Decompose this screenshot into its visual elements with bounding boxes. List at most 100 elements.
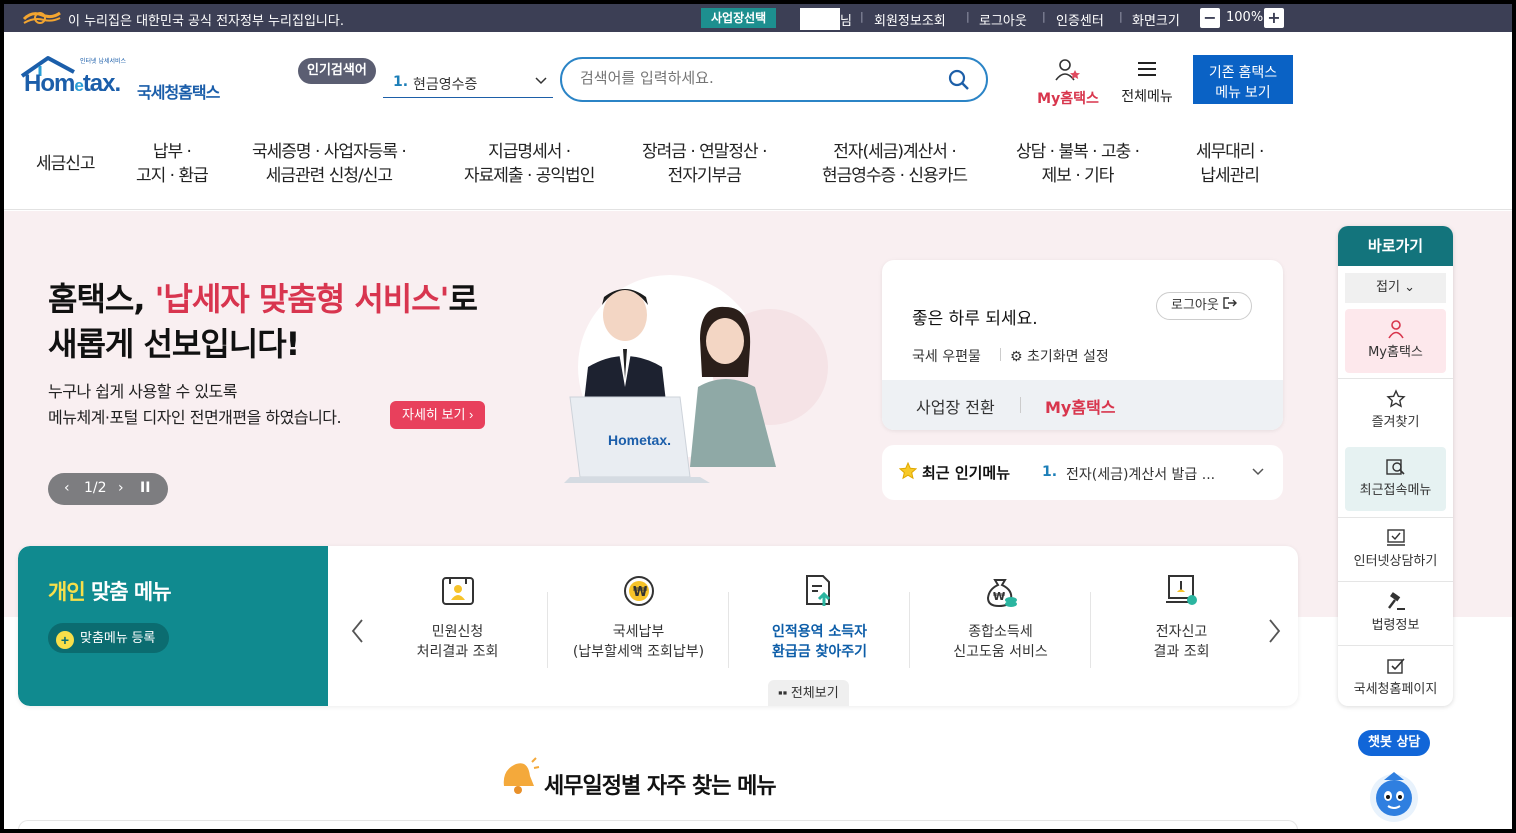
nav-certificate-registration[interactable]: 국세증명 · 사업자등록 · 세금관련 신청/신고 (252, 140, 407, 188)
switch-business-button[interactable]: 사업장 전환 (916, 394, 995, 418)
quick-menu-fold-button[interactable]: 접기 ⌄ (1345, 273, 1446, 303)
quick-nts-homepage[interactable]: 국세청홈페이지 (1338, 645, 1453, 706)
main-navigation: 세금신고 납부 · 고지 · 환급 국세증명 · 사업자등록 · 세금관련 신청… (4, 130, 1512, 210)
hero-slide-pager: ‹ 1/2 › II (48, 473, 168, 505)
chevron-down-icon[interactable] (1250, 463, 1266, 479)
plus-icon: + (56, 631, 74, 649)
card-my-hometax-link[interactable]: My홈택스 (1045, 394, 1116, 418)
quick-my-hometax[interactable]: My홈택스 (1345, 309, 1446, 373)
quick-menu-panel: 바로가기 접기 ⌄ My홈택스 즐겨찾기 최근접속메뉴 인터넷상담하기 법령정보… (1338, 226, 1453, 706)
national-tax-mail-link[interactable]: 국세 우편물 (912, 346, 981, 366)
nav-payment-refund[interactable]: 납부 · 고지 · 환급 (136, 140, 209, 188)
gavel-icon (1387, 592, 1405, 610)
quick-law-info[interactable]: 법령정보 (1338, 581, 1453, 645)
logo-wordmark-e: e (74, 76, 84, 95)
popular-search-dropdown[interactable]: 1. 현금영수증 (383, 68, 553, 98)
member-info-link[interactable]: 회원정보조회 (874, 10, 946, 29)
custom-item-line2: 결과 조회 (1153, 644, 1210, 660)
next-slide-icon[interactable]: › (118, 480, 124, 496)
won-coin-icon: ₩ (623, 576, 654, 606)
document-upload-icon (805, 575, 830, 606)
custom-item-e-filing-result[interactable]: 전자신고 결과 조회 (1091, 574, 1272, 674)
view-all-label: 전체보기 (790, 685, 839, 700)
popular-term: 현금영수증 (413, 77, 478, 93)
zoom-out-button[interactable]: − (1200, 8, 1220, 28)
recent-popular-rank: 1. (1042, 464, 1058, 480)
old-hometax-line2: 메뉴 보기 (1215, 84, 1271, 100)
my-hometax-button[interactable]: My홈택스 (1032, 58, 1104, 108)
search-icon[interactable] (947, 68, 971, 92)
zoom-in-button[interactable]: + (1264, 8, 1284, 28)
custom-title-rest: 맞춤 메뉴 (84, 580, 172, 604)
svg-text:₩: ₩ (633, 585, 648, 600)
card-logout-button[interactable]: 로그아웃 (1156, 292, 1252, 320)
all-menu-label: 전체메뉴 (1121, 89, 1173, 105)
cert-center-link[interactable]: 인증센터 (1056, 10, 1104, 29)
init-setting-label: 초기화면 설정 (1027, 349, 1109, 365)
quick-menu-title: 바로가기 (1338, 226, 1453, 266)
government-notice-bar: 이 누리집은 대한민국 공식 전자정부 누리집입니다. 사업장선택 님 | 회원… (4, 4, 1512, 32)
custom-item-tax-payment[interactable]: ₩ 국세납부 (납부할세액 조회납부) (548, 574, 729, 674)
quick-item-label: 최근접속메뉴 (1359, 483, 1432, 498)
nav-tax-report[interactable]: 세금신고 (36, 152, 96, 176)
business-select-button[interactable]: 사업장선택 (701, 8, 777, 28)
hero-detail-label: 자세히 보기 (402, 407, 466, 422)
monitor-check-icon (1386, 529, 1405, 546)
hero-desc-line1: 누구나 쉽게 사용할 수 있도록 (48, 382, 237, 401)
prev-slide-icon[interactable]: ‹ (64, 480, 70, 496)
nav-payment-statement[interactable]: 지급명세서 · 자료제출 · 공익법인 (464, 140, 595, 188)
user-icon (1387, 320, 1404, 339)
separator: | (966, 10, 970, 23)
gear-icon: ⚙ (1010, 349, 1023, 365)
chevron-left-icon[interactable] (348, 616, 368, 646)
nav-consult-appeal[interactable]: 상담 · 불복 · 고충 · 제보 · 기타 (1016, 140, 1140, 188)
view-all-button[interactable]: ▪▪ 전체보기 (768, 680, 849, 706)
chevron-right-icon[interactable] (1264, 616, 1284, 646)
logo-wordmark: Hometax. (24, 70, 121, 98)
quick-recent-access[interactable]: 최근접속메뉴 (1345, 447, 1446, 511)
recent-popular-menu[interactable]: 최근 인기메뉴 1. 전자(세금)계산서 발급 ... (882, 445, 1283, 500)
masked-user-name (800, 8, 840, 30)
hero-title-part: 홈택스, (48, 280, 155, 318)
hero-title-line2: 새롭게 선보입니다! (48, 325, 300, 363)
initial-screen-setting-link[interactable]: ⚙ 초기화면 설정 (1010, 346, 1109, 366)
quick-internet-consult[interactable]: 인터넷상담하기 (1338, 517, 1453, 581)
schedule-panel-top (18, 820, 1298, 829)
custom-menu-register-button[interactable]: + 맞춤메뉴 등록 (48, 623, 170, 653)
custom-item-line1: 민원신청 (431, 624, 484, 640)
custom-item-line1: 국세납부 (612, 624, 665, 640)
all-menu-button[interactable]: 전체메뉴 (1114, 58, 1180, 106)
laptop-logo-text: Hometax. (608, 432, 671, 448)
hero-title-highlight: '납세자 맞춤형 서비스' (154, 280, 450, 318)
custom-item-line1: 인적용역 소득자 (771, 624, 868, 640)
nav-incentive-yearend[interactable]: 장려금 · 연말정산 · 전자기부금 (642, 140, 767, 188)
chevron-right-icon: › (469, 407, 474, 422)
custom-item-line1: 종합소득세 (968, 624, 1033, 640)
quick-item-label: 즐겨찾기 (1371, 415, 1420, 430)
quick-favorites[interactable]: 즐겨찾기 (1338, 378, 1453, 442)
quick-item-label: My홈택스 (1368, 345, 1423, 360)
recent-search-icon (1385, 459, 1405, 475)
hometax-logo[interactable]: 인터넷 납세서비스 Hometax. 국세청홈택스 (18, 54, 238, 106)
custom-item-civil-result[interactable]: 민원신청 처리결과 조회 (367, 574, 548, 674)
chatbot-mascot-icon (1370, 772, 1418, 822)
custom-item-line2: (납부할세액 조회납부) (572, 644, 705, 660)
pause-icon[interactable]: II (140, 480, 150, 496)
search-input[interactable] (580, 69, 940, 87)
chatbot-widget[interactable]: 챗봇 상담 (1354, 728, 1434, 828)
search-box (560, 57, 988, 102)
star-outline-icon (1385, 389, 1406, 408)
custom-item-refund-finder[interactable]: 인적용역 소득자 환급금 찾아주기 (729, 574, 910, 674)
monitor-check-icon (1165, 575, 1197, 605)
logo-wordmark-part: tax. (82, 70, 121, 97)
my-hometax-label: My홈택스 (1037, 91, 1099, 107)
hero-detail-button[interactable]: 자세히 보기 › (390, 401, 486, 429)
nav-tax-agent[interactable]: 세무대리 · 납세관리 (1196, 140, 1264, 188)
custom-item-income-tax-help[interactable]: ₩ 종합소득세 신고도움 서비스 (910, 574, 1091, 674)
slide-counter: 1/2 (84, 480, 107, 496)
hero-title-part: 로 (448, 280, 477, 318)
logout-link[interactable]: 로그아웃 (979, 10, 1027, 29)
old-hometax-menu-button[interactable]: 기존 홈택스 메뉴 보기 (1193, 55, 1293, 104)
screen-size-label: 화면크기 (1132, 14, 1180, 29)
nav-electronic-invoice[interactable]: 전자(세금)계산서 · 현금영수증 · 신용카드 (822, 140, 968, 188)
